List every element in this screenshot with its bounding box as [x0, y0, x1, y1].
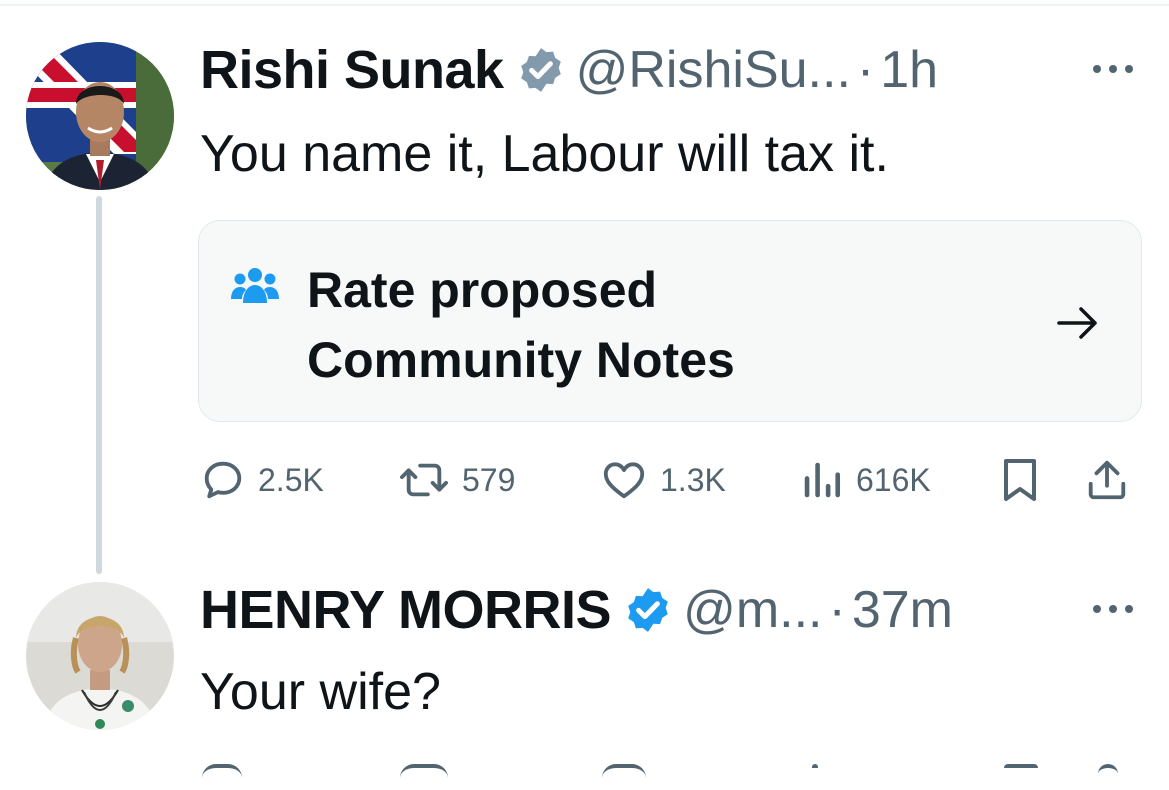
bookmark-button[interactable] — [1000, 452, 1040, 508]
views-bar-icon[interactable] — [812, 764, 818, 778]
verified-badge-icon — [520, 48, 561, 92]
thread-connector-line — [96, 196, 102, 574]
reply-icon — [204, 461, 242, 499]
verified-badge-icon — [628, 588, 668, 632]
heart-icon[interactable] — [602, 764, 646, 778]
share-button[interactable] — [1084, 452, 1130, 508]
reply-timestamp[interactable]: 37m — [852, 580, 953, 640]
arrow-right-icon[interactable] — [1057, 305, 1099, 341]
heart-icon — [603, 462, 645, 499]
author-name[interactable]: Rishi Sunak — [200, 39, 504, 101]
notes-title-line2: Community Notes — [307, 332, 735, 388]
more-options-icon[interactable] — [1092, 64, 1134, 74]
community-notes-card[interactable]: Rate proposed Community Notes — [198, 220, 1142, 422]
repost-icon[interactable] — [400, 764, 448, 778]
tweet-action-bar: 2.5K 579 1.3K 616K — [200, 452, 1140, 508]
more-options-icon[interactable] — [1092, 604, 1134, 614]
reply-icon[interactable] — [202, 764, 242, 778]
separator-dot: · — [856, 41, 875, 99]
views-button[interactable]: 616K — [800, 452, 931, 508]
bookmark-icon[interactable] — [1004, 764, 1038, 778]
separator-dot: · — [828, 581, 846, 639]
community-notes-title: Rate proposed Community Notes — [307, 255, 927, 395]
tweet-header: Rishi Sunak @RishiSu... · 1h — [200, 40, 938, 100]
reply-body-text: Your wife? — [200, 663, 441, 721]
views-bar-icon — [804, 462, 841, 498]
bookmark-icon — [1004, 459, 1036, 501]
reply-author-handle[interactable]: @m... — [683, 580, 822, 640]
reply-count: 2.5K — [258, 461, 324, 498]
reply-author-name[interactable]: HENRY MORRIS — [200, 579, 612, 641]
view-count: 616K — [856, 461, 931, 498]
repost-count: 579 — [462, 461, 516, 498]
reply-action-bar-partial — [200, 760, 1140, 790]
like-count: 1.3K — [660, 461, 726, 498]
reply-header: HENRY MORRIS @m... · 37m — [200, 580, 953, 640]
reply-button[interactable]: 2.5K — [200, 452, 324, 508]
share-icon — [1088, 460, 1126, 500]
like-button[interactable]: 1.3K — [600, 452, 726, 508]
author-handle[interactable]: @RishiSu... — [576, 40, 851, 100]
community-people-icon — [231, 268, 279, 303]
top-divider — [0, 4, 1169, 6]
tweet-body-text: You name it, Labour will tax it. — [200, 125, 889, 183]
tweet-timestamp[interactable]: 1h — [880, 40, 938, 100]
repost-button[interactable]: 579 — [398, 452, 515, 508]
avatar-henry-morris[interactable] — [26, 582, 174, 730]
share-icon[interactable] — [1098, 764, 1118, 778]
notes-title-line1: Rate proposed — [307, 262, 658, 318]
avatar-rishi-sunak[interactable] — [26, 42, 174, 190]
repost-icon — [400, 463, 448, 497]
